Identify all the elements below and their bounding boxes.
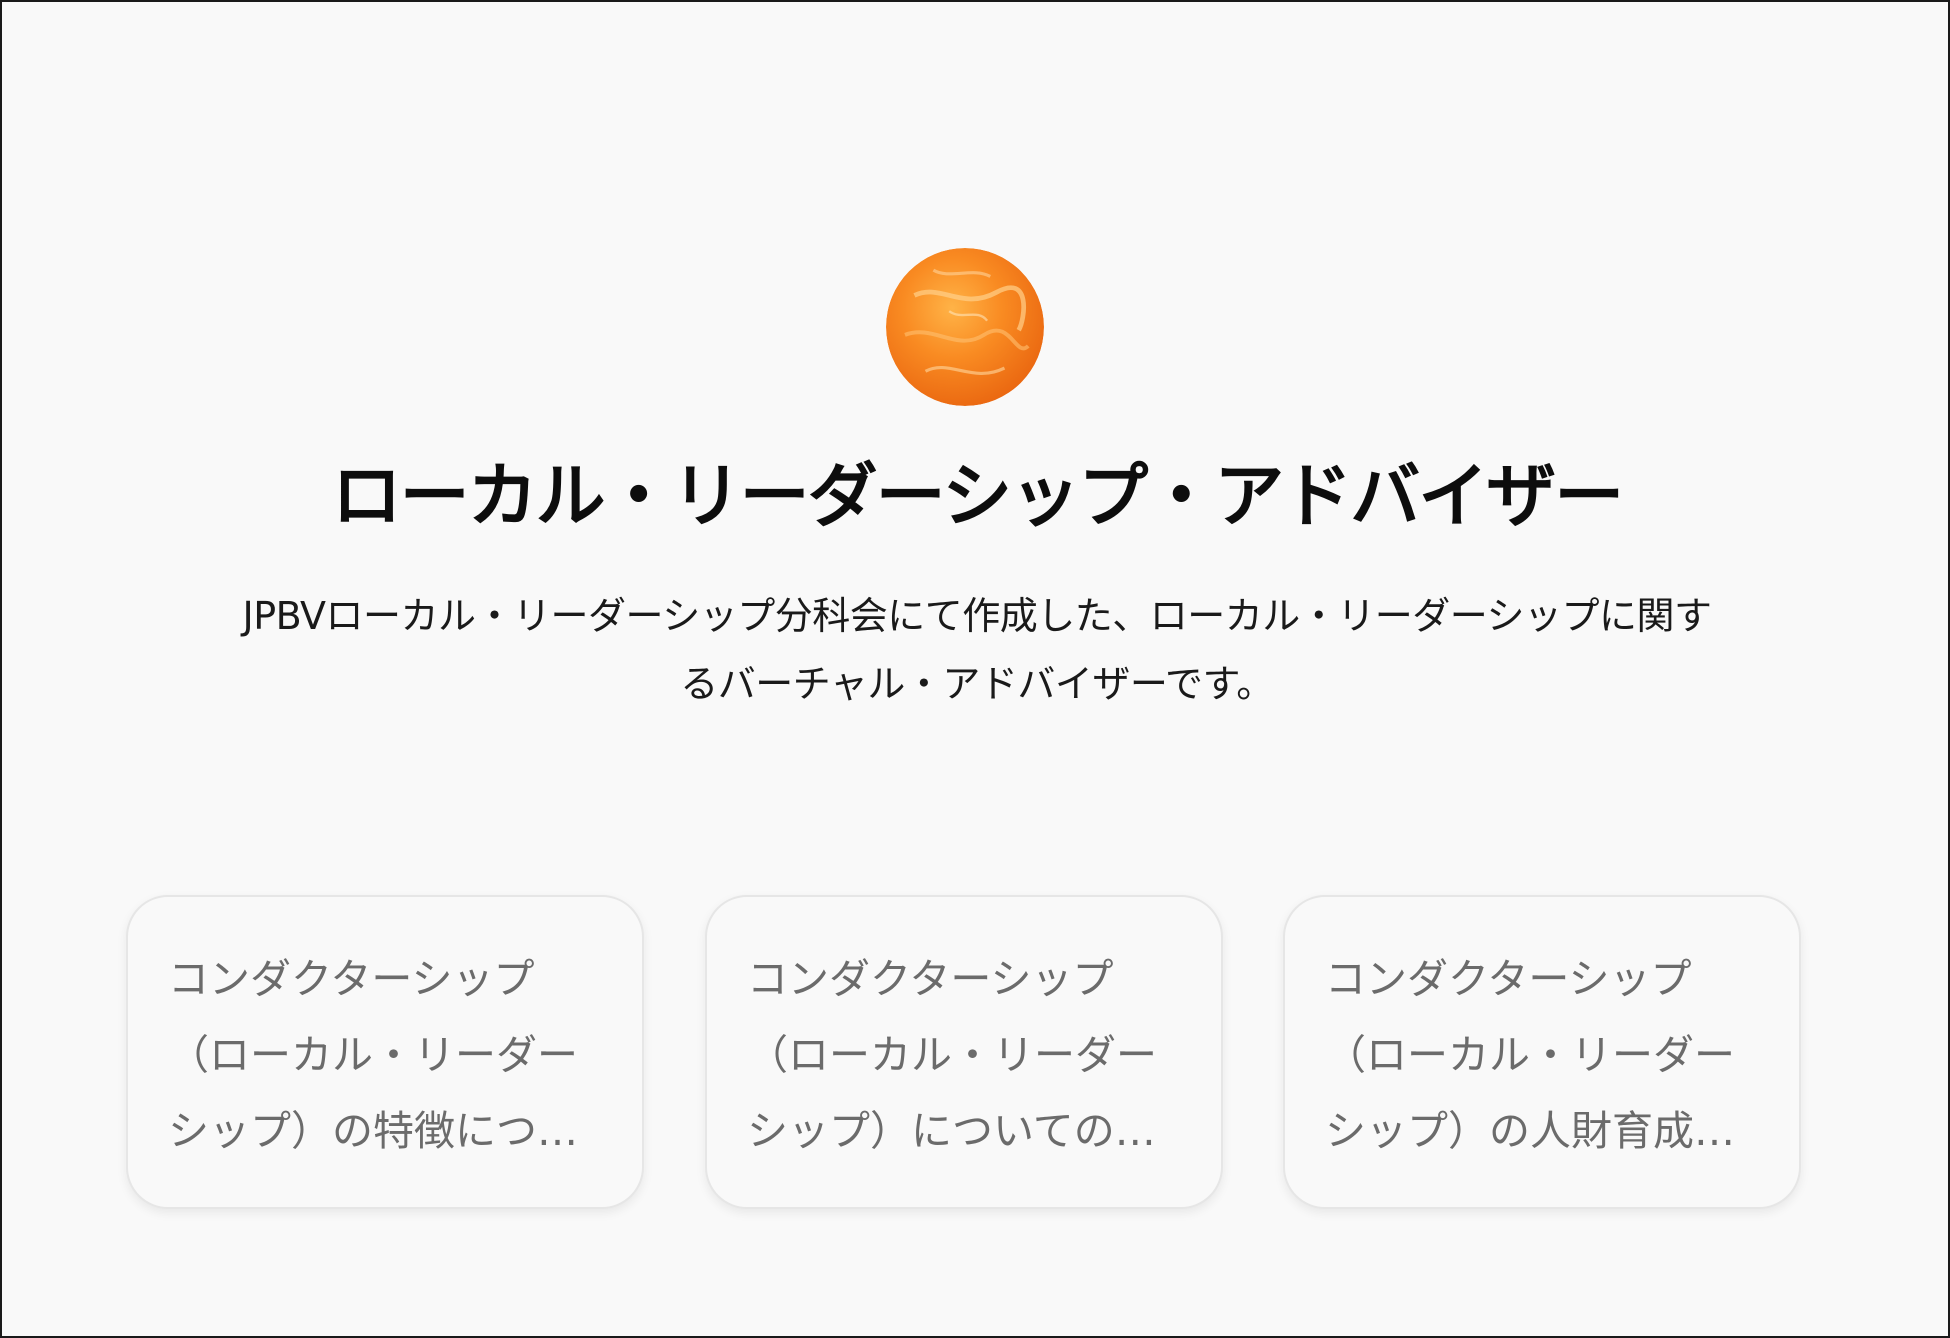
page-title: ローカル・リーダーシップ・アドバイザー: [331, 455, 1625, 537]
suggestion-card[interactable]: コンダクターシップ（ローカル・リーダーシップ）の人財育成プログラム...: [1283, 895, 1801, 1209]
app-window: ローカル・リーダーシップ・アドバイザー JPBVローカル・リーダーシップ分科会に…: [0, 0, 1950, 1338]
orange-marble-sphere-icon: [886, 248, 1044, 406]
suggestion-card[interactable]: コンダクターシップ（ローカル・リーダーシップ）についての質問をした...: [705, 895, 1223, 1209]
suggestion-text: コンダクターシップ（ローカル・リーダーシップ）の特徴について知りた...: [168, 955, 578, 1155]
advisor-description: JPBVローカル・リーダーシップ分科会にて作成した、ローカル・リーダーシップに関…: [242, 594, 1712, 706]
suggestion-text: コンダクターシップ（ローカル・リーダーシップ）の人財育成プログラム...: [1325, 955, 1735, 1155]
advisor-avatar-icon: [886, 248, 1044, 406]
suggestion-card[interactable]: コンダクターシップ（ローカル・リーダーシップ）の特徴について知りた...: [126, 895, 644, 1209]
suggestion-text: コンダクターシップ（ローカル・リーダーシップ）についての質問をした...: [747, 955, 1157, 1155]
